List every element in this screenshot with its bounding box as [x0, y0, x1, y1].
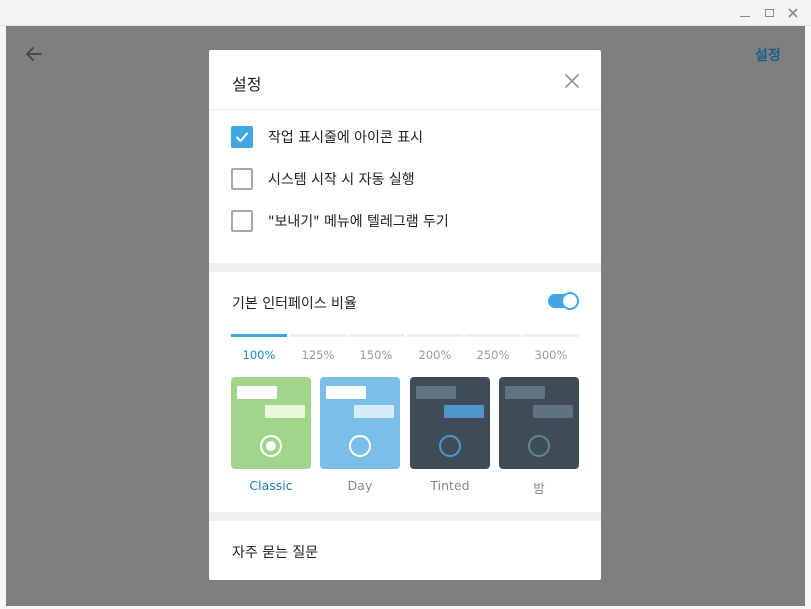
scale-slider-segment[interactable]	[348, 334, 404, 337]
scale-option-250[interactable]: 250%	[465, 348, 521, 362]
header-settings-label: 설정	[755, 48, 781, 64]
checkbox-label: 작업 표시줄에 아이콘 표시	[268, 130, 424, 146]
preview-bubble-incoming	[237, 386, 277, 399]
radio-unselected	[349, 435, 371, 457]
scale-option-150[interactable]: 150%	[348, 348, 404, 362]
scale-slider-segment[interactable]	[231, 334, 287, 337]
checkbox-autostart[interactable]: 시스템 시작 시 자동 실행	[231, 168, 415, 190]
toggle-knob	[561, 292, 579, 310]
scale-option-200[interactable]: 200%	[407, 348, 463, 362]
maximize-icon[interactable]	[760, 4, 778, 22]
settings-dialog: 설정 작업 표시줄에 아이콘 표시 시스템 시작 시 자동 실행 "보내기" 메…	[209, 50, 601, 580]
back-arrow-icon[interactable]	[22, 42, 46, 66]
checkbox-checked[interactable]	[231, 126, 253, 148]
dialog-title: 설정	[232, 75, 262, 94]
theme-label-day[interactable]: Day	[320, 478, 400, 493]
theme-card-classic[interactable]	[231, 377, 311, 469]
window-title-bar	[0, 0, 811, 26]
preview-bubble-outgoing	[265, 405, 305, 418]
section-separator	[209, 263, 601, 272]
checkbox-label: "보내기" 메뉴에 텔레그램 두기	[268, 214, 449, 230]
radio-unselected	[528, 435, 550, 457]
close-window-icon[interactable]	[784, 4, 802, 22]
minimize-icon[interactable]	[736, 4, 754, 22]
radio-selected	[260, 435, 282, 457]
close-icon[interactable]	[561, 70, 583, 92]
preview-bubble-outgoing	[444, 405, 484, 418]
preview-bubble-incoming	[416, 386, 456, 399]
checkbox-label: 시스템 시작 시 자동 실행	[268, 172, 415, 188]
theme-label-night[interactable]: 밤	[499, 478, 579, 497]
scale-slider-segment[interactable]	[407, 334, 463, 337]
faq-link[interactable]: 자주 묻는 질문	[232, 542, 318, 562]
preview-bubble-outgoing	[354, 405, 394, 418]
checkbox-tray-icon[interactable]: 작업 표시줄에 아이콘 표시	[231, 126, 423, 148]
preview-bubble-outgoing	[533, 405, 573, 418]
preview-bubble-incoming	[326, 386, 366, 399]
scale-slider-segment[interactable]	[523, 334, 579, 337]
checkmark-icon	[236, 132, 248, 142]
theme-card-tinted[interactable]	[410, 377, 490, 469]
scale-slider-segment[interactable]	[290, 334, 346, 337]
section-separator	[209, 512, 601, 521]
checkbox-unchecked[interactable]	[231, 168, 253, 190]
checkbox-unchecked[interactable]	[231, 210, 253, 232]
theme-card-night[interactable]	[499, 377, 579, 469]
scale-slider-segment[interactable]	[465, 334, 521, 337]
theme-card-day[interactable]	[320, 377, 400, 469]
scale-option-300[interactable]: 300%	[523, 348, 579, 362]
checkbox-send-to-menu[interactable]: "보내기" 메뉴에 텔레그램 두기	[231, 210, 449, 232]
theme-label-classic[interactable]: Classic	[231, 478, 311, 493]
scale-section-title: 기본 인터페이스 비율	[232, 296, 357, 312]
radio-unselected	[439, 435, 461, 457]
scale-option-100[interactable]: 100%	[231, 348, 287, 362]
divider	[209, 109, 601, 110]
default-scale-toggle[interactable]	[547, 292, 579, 310]
theme-label-tinted[interactable]: Tinted	[410, 478, 490, 493]
preview-bubble-incoming	[505, 386, 545, 399]
scale-option-125[interactable]: 125%	[290, 348, 346, 362]
